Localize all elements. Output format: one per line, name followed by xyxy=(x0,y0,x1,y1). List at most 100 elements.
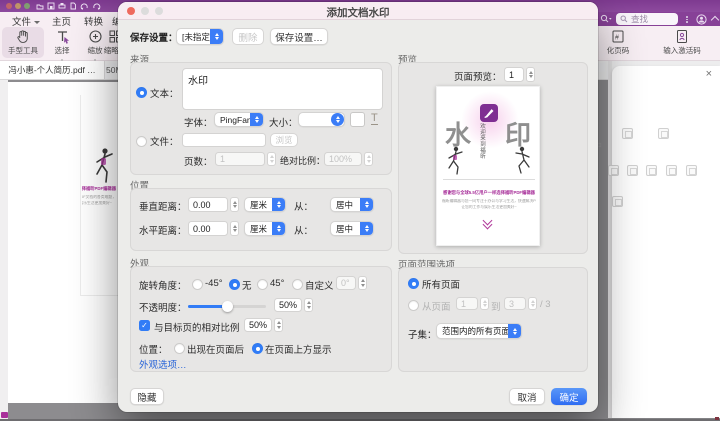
file-radio-label: 文件： xyxy=(150,134,179,148)
rotation-custom-stepper[interactable] xyxy=(358,276,367,290)
save-settings-button[interactable]: 保存设置… xyxy=(270,28,328,45)
horizontal-unit-popup[interactable]: 厘米 xyxy=(244,221,286,236)
file-path-input[interactable] xyxy=(182,133,266,147)
file-radio[interactable] xyxy=(136,136,147,147)
slider-knob[interactable] xyxy=(222,301,233,312)
font-popup[interactable]: PingFang xyxy=(214,112,264,127)
account-icon[interactable] xyxy=(696,14,707,25)
select-tool-label: 选择 xyxy=(55,45,70,56)
opacity-slider[interactable] xyxy=(188,305,266,308)
select-tool-button[interactable]: 选择 xyxy=(47,27,77,58)
opacity-field[interactable]: 50% xyxy=(274,298,302,312)
panel-icon[interactable] xyxy=(658,128,669,139)
watermark-dialog: 添加文档水印 保存设置： [未指定] 删除 保存设置… 来源 文本： 水印 字体… xyxy=(118,2,598,412)
watermark-text-input[interactable]: 水印 xyxy=(182,68,383,110)
rotation-45-radio[interactable] xyxy=(257,279,268,290)
more-options-icon[interactable] xyxy=(686,15,688,24)
subset-value: 范围内的所有页面 xyxy=(437,325,508,337)
preview-body-line2: 让您的工作与娱乐生活更加美好~ xyxy=(442,205,536,210)
vertical-distance-stepper[interactable] xyxy=(230,197,239,212)
above-page-label: 在页面上方显示 xyxy=(265,342,332,356)
hide-button[interactable]: 隐藏 xyxy=(130,388,164,405)
rotation-custom-radio[interactable] xyxy=(292,279,303,290)
preview-body-line1: 福昕编辑器与您一同专注于办公与学习生活，快速解决PDF文档的各类难题， xyxy=(442,199,536,204)
rotation-neg45-radio[interactable] xyxy=(192,279,203,290)
from-page-radio[interactable] xyxy=(408,300,419,311)
preview-page: 欢迎来到福昕 水印 感谢您与全球5.5亿用户一样选择福昕PDF编辑器 福昕编辑器… xyxy=(436,86,540,246)
hand-tool-button[interactable]: 手型工具 xyxy=(2,27,44,58)
panel-icon[interactable] xyxy=(666,165,677,176)
welcome-text-fragment: 让您的工作与娱乐生活更加美好~ xyxy=(82,201,112,206)
panel-icon[interactable] xyxy=(627,165,638,176)
color-well[interactable] xyxy=(350,112,365,127)
document-icon[interactable] xyxy=(69,2,77,10)
horizontal-unit-value: 厘米 xyxy=(245,223,272,235)
popup-arrows-icon xyxy=(272,198,285,211)
relative-scale-field[interactable]: 50% xyxy=(244,318,272,332)
panel-icon[interactable] xyxy=(646,165,657,176)
app-close-button[interactable] xyxy=(6,3,12,9)
rotation-custom-label: 自定义 xyxy=(305,278,334,292)
open-folder-icon[interactable] xyxy=(36,2,44,10)
search-input[interactable]: 查找 xyxy=(616,13,678,25)
from-page-label: 从页面 xyxy=(422,299,451,313)
panel-icon[interactable] xyxy=(622,128,633,139)
page-preview-field[interactable]: 1 xyxy=(504,67,524,82)
behind-page-label: 出现在页面后 xyxy=(187,342,244,356)
horizontal-from-popup[interactable]: 居中 xyxy=(330,221,374,236)
preset-popup[interactable]: [未指定] xyxy=(176,28,224,45)
print-icon[interactable] xyxy=(58,2,66,10)
panel-close-icon[interactable]: × xyxy=(706,68,712,80)
right-panel: × xyxy=(612,66,720,418)
panel-icon[interactable] xyxy=(686,165,697,176)
redo-icon[interactable] xyxy=(92,2,101,10)
activation-code-button[interactable]: 输入激活码 xyxy=(648,27,716,58)
app-minimize-button[interactable] xyxy=(15,3,21,9)
collapse-ribbon-icon[interactable] xyxy=(711,16,719,24)
above-page-radio[interactable] xyxy=(252,343,263,354)
opacity-label: 不透明度： xyxy=(139,300,187,314)
search-mode-icon[interactable] xyxy=(600,14,612,24)
app-zoom-button[interactable] xyxy=(24,3,30,9)
text-radio-label: 文本： xyxy=(150,86,179,100)
select-text-icon xyxy=(55,29,70,44)
relative-scale-stepper[interactable] xyxy=(274,318,283,332)
page-preview-stepper[interactable] xyxy=(526,67,535,82)
relative-scale-checkbox[interactable]: ✓ xyxy=(139,320,150,331)
undo-icon[interactable] xyxy=(80,2,89,10)
absolute-scale-label: 绝对比例： xyxy=(280,154,325,167)
cancel-button[interactable]: 取消 xyxy=(509,388,545,405)
horizontal-distance-stepper[interactable] xyxy=(230,221,239,236)
horizontal-distance-field[interactable]: 0.00 xyxy=(188,221,228,236)
size-popup[interactable] xyxy=(298,112,345,127)
popup-arrows-icon xyxy=(210,29,223,44)
dialog-title: 添加文档水印 xyxy=(118,5,598,20)
rotation-label: 旋转角度： xyxy=(139,278,187,292)
panel-icon[interactable] xyxy=(608,165,619,176)
to-label: 到 xyxy=(491,299,501,313)
panel-icon[interactable] xyxy=(612,196,623,207)
save-icon[interactable] xyxy=(47,2,55,10)
popup-arrows-icon xyxy=(272,222,285,235)
vertical-unit-popup[interactable]: 厘米 xyxy=(244,197,286,212)
popup-arrows-icon xyxy=(250,113,263,126)
relative-scale-label: 与目标页的相对比例 xyxy=(154,320,240,334)
from-page-field: 1 xyxy=(456,297,478,310)
text-radio[interactable] xyxy=(136,87,147,98)
ok-button[interactable]: 确定 xyxy=(551,388,587,405)
vertical-distance-label: 垂直距离： xyxy=(139,199,187,213)
save-settings-label: 保存设置： xyxy=(130,30,178,44)
from-page-stepper xyxy=(480,297,489,310)
rotation-neg45-label: -45° xyxy=(205,278,223,289)
tab-document[interactable]: 冯小惠-个人简历.pdf … xyxy=(0,61,105,79)
page-number-button[interactable]: # 化页码 xyxy=(594,27,642,58)
vertical-from-popup[interactable]: 居中 xyxy=(330,197,374,212)
vertical-distance-field[interactable]: 0.00 xyxy=(188,197,228,212)
appearance-options-link[interactable]: 外观选项… xyxy=(139,357,187,371)
subset-popup[interactable]: 范围内的所有页面 xyxy=(436,323,522,339)
rotation-none-radio[interactable] xyxy=(229,279,240,290)
behind-page-radio[interactable] xyxy=(174,343,185,354)
opacity-stepper[interactable] xyxy=(304,298,313,312)
all-pages-radio[interactable] xyxy=(408,278,419,289)
text-format-icon[interactable]: T xyxy=(371,112,378,125)
